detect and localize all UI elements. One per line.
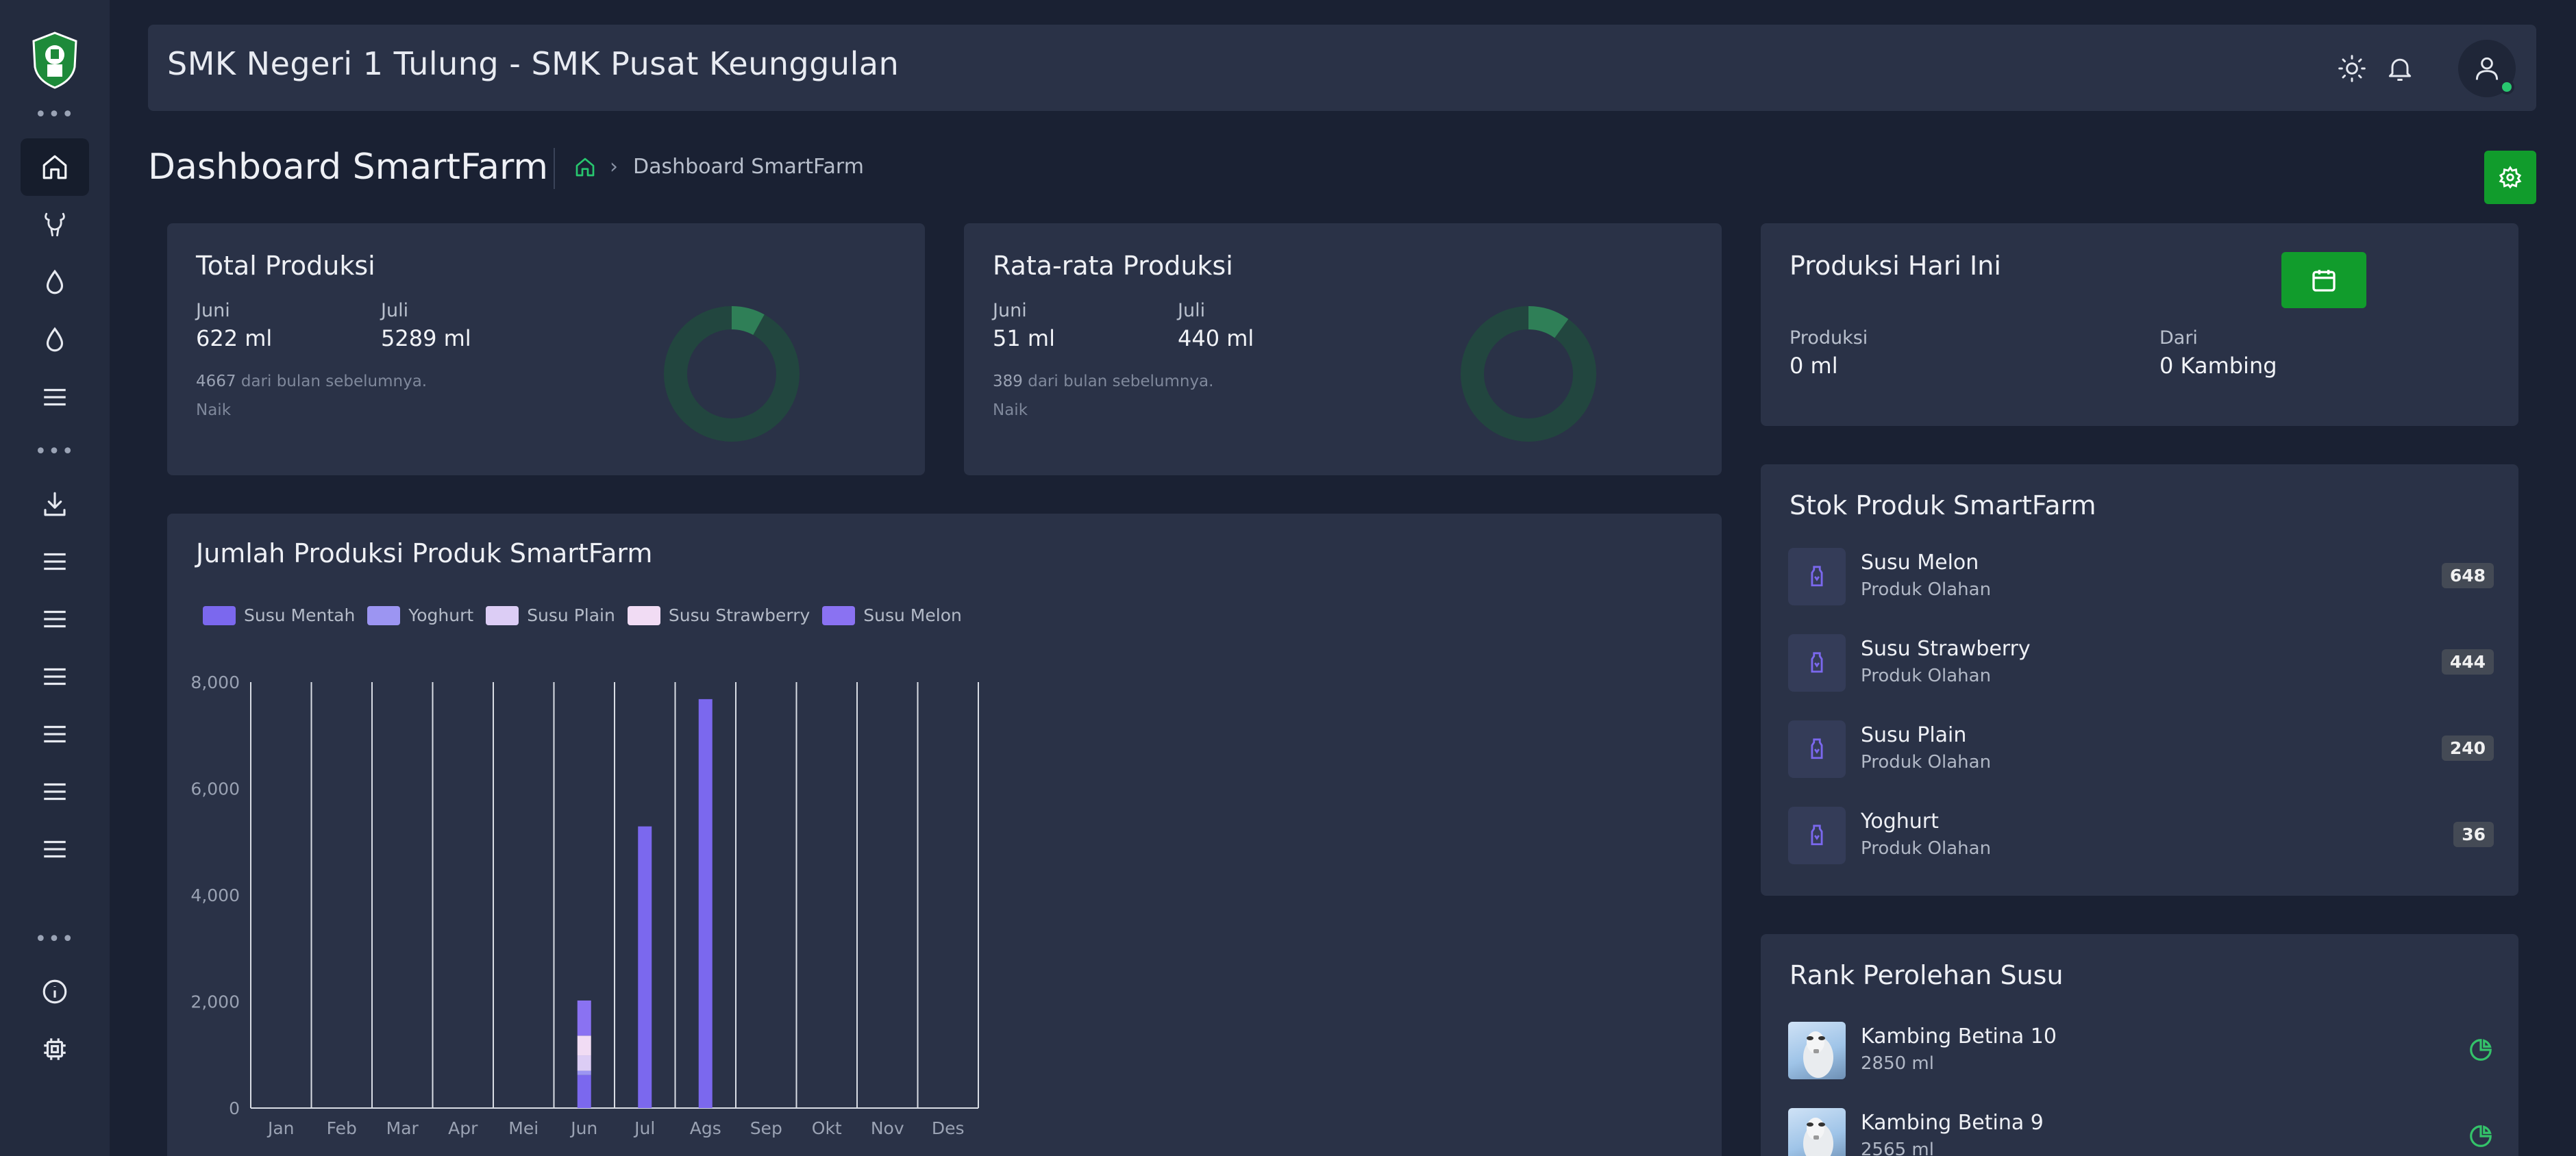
milk-bottle-icon: [1788, 807, 1846, 864]
rank-item-amount: 2850 ml: [1861, 1053, 1934, 1074]
goat-photo: [1788, 1022, 1846, 1079]
x-tick-label: Mei: [508, 1118, 538, 1138]
stock-item[interactable]: Susu Melon Produk Olahan 648: [1788, 548, 2494, 605]
stock-count-badge: 444: [2441, 649, 2494, 675]
stock-item-name: Yoghurt: [1861, 809, 1939, 833]
bar-jun-susu-plain[interactable]: [577, 1055, 591, 1071]
stock-item-name: Susu Strawberry: [1861, 637, 2031, 661]
bar-jun-susu-mentah[interactable]: [577, 1075, 591, 1108]
stock-count-badge: 36: [2453, 822, 2494, 847]
milk-bottle-icon: [1788, 548, 1846, 605]
x-tick-label: Feb: [327, 1118, 357, 1138]
card-title: Rank Perolehan Susu: [1789, 960, 2064, 990]
x-tick-label: Jul: [633, 1118, 655, 1138]
stock-item-name: Susu Melon: [1861, 551, 1979, 575]
x-tick-label: Apr: [448, 1118, 478, 1138]
stock-item-category: Produk Olahan: [1861, 838, 1992, 859]
stock-item-category: Produk Olahan: [1861, 666, 1992, 686]
goat-photo: [1788, 1108, 1846, 1156]
bar-jul-susu-mentah[interactable]: [638, 826, 652, 1108]
bar-ags-susu-mentah[interactable]: [698, 699, 713, 1108]
rank-item[interactable]: Kambing Betina 9 2565 ml: [1788, 1108, 2494, 1156]
stock-item-category: Produk Olahan: [1861, 579, 1992, 600]
rank-item-name: Kambing Betina 10: [1861, 1025, 2057, 1048]
y-tick-label: 2,000: [190, 992, 240, 1012]
y-tick-label: 0: [229, 1098, 240, 1118]
y-tick-label: 4,000: [190, 885, 240, 905]
y-tick-label: 8,000: [190, 673, 240, 692]
rank-item-amount: 2565 ml: [1861, 1140, 1934, 1156]
x-tick-label: Okt: [812, 1118, 842, 1138]
x-tick-label: Mar: [386, 1118, 419, 1138]
stock-item[interactable]: Susu Plain Produk Olahan 240: [1788, 720, 2494, 778]
pie-chart-icon: [2470, 1125, 2492, 1147]
bar-jun-susu-melon[interactable]: [577, 1000, 591, 1036]
rank-item[interactable]: Kambing Betina 10 2850 ml: [1788, 1022, 2494, 1079]
x-tick-label: Jan: [267, 1118, 295, 1138]
milk-bottle-icon: [1788, 634, 1846, 692]
card-title: Stok Produk SmartFarm: [1789, 490, 2096, 520]
x-tick-label: Des: [932, 1118, 965, 1138]
x-tick-label: Sep: [750, 1118, 782, 1138]
milk-bottle-icon: [1788, 720, 1846, 778]
stock-item[interactable]: Susu Strawberry Produk Olahan 444: [1788, 634, 2494, 692]
x-tick-label: Jun: [569, 1118, 597, 1138]
bar-jun-susu-strawberry[interactable]: [577, 1035, 591, 1056]
stock-item-name: Susu Plain: [1861, 723, 1967, 747]
stock-item-category: Produk Olahan: [1861, 752, 1992, 772]
rank-item-name: Kambing Betina 9: [1861, 1111, 2044, 1135]
pie-chart-icon: [2470, 1039, 2492, 1061]
x-tick-label: Nov: [871, 1118, 904, 1138]
stock-count-badge: 648: [2441, 563, 2494, 588]
y-tick-label: 6,000: [190, 779, 240, 799]
stock-item[interactable]: Yoghurt Produk Olahan 36: [1788, 807, 2494, 864]
x-tick-label: Ags: [690, 1118, 721, 1138]
stock-count-badge: 240: [2441, 736, 2494, 761]
bar-jun-yoghurt[interactable]: [577, 1070, 591, 1075]
